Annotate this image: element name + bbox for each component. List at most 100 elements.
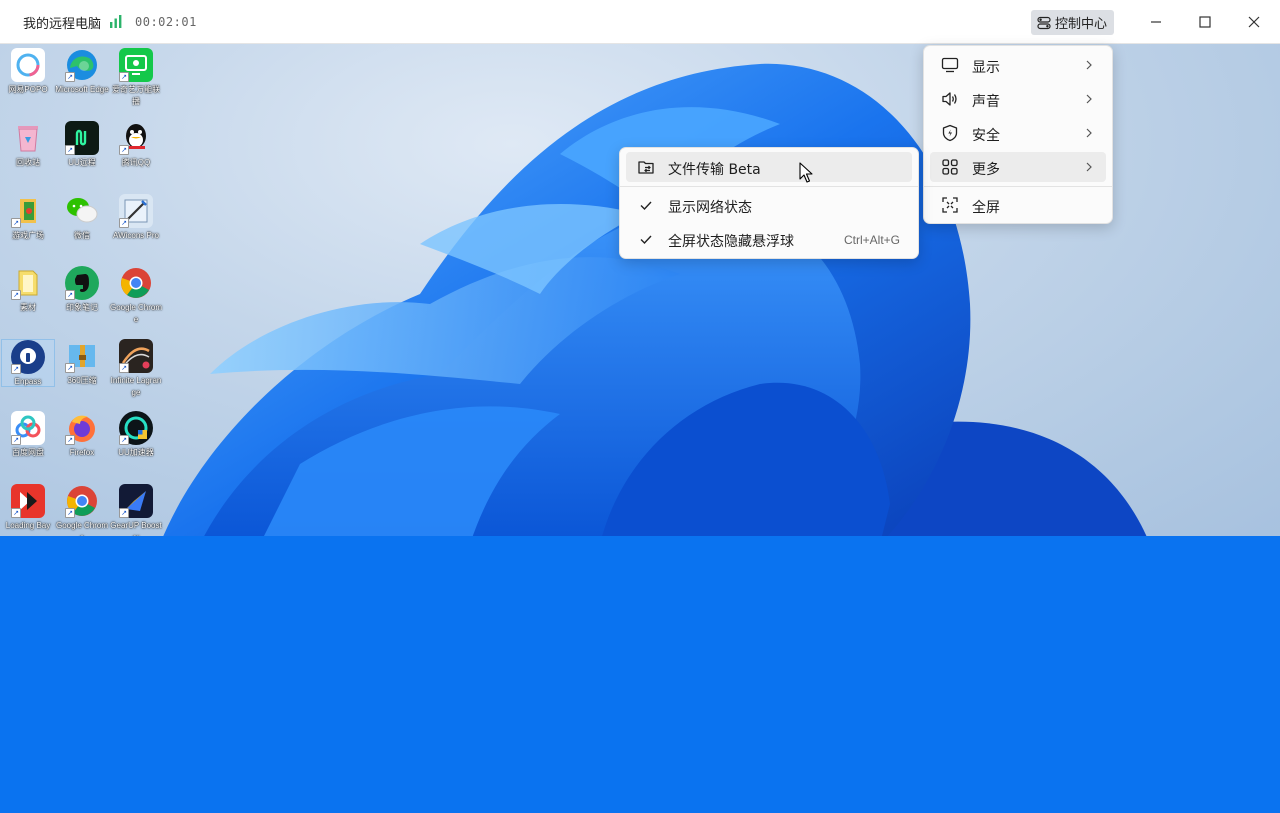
desktop-icon-label: 回收站 — [1, 157, 55, 169]
desktop-icon-label: Infinite Lagrange — [109, 375, 163, 399]
close-icon — [1248, 16, 1260, 28]
uu-remote-icon: ↗ — [65, 121, 99, 155]
keyboard-shortcut: Ctrl+Alt+G — [844, 233, 900, 247]
desktop-icon-label: 360压缩 — [55, 375, 109, 387]
menu-item-label: 显示 — [972, 57, 1000, 77]
lagrange-icon: ↗ — [119, 339, 153, 373]
menu-item-fullscreen[interactable]: 全屏 — [930, 190, 1106, 220]
desktop-icon-iqiyi[interactable]: ↗ 爱奇艺万能联播 — [109, 48, 163, 108]
qq-icon: ↗ — [119, 121, 153, 155]
signal-strength-icon — [110, 15, 122, 28]
desktop-icon-label: AWicons Pro — [109, 230, 163, 242]
desktop-icon-qq[interactable]: ↗ 腾讯QQ — [109, 121, 163, 169]
desktop-icon-label: 网易POPO — [1, 84, 55, 96]
desktop-icon-edge[interactable]: ↗ Microsoft Edge — [55, 48, 109, 96]
menu-item-more[interactable]: 更多 — [930, 152, 1106, 182]
desktop-icon-wechat[interactable]: 微信 — [55, 194, 109, 242]
desktop-icon-loading-bay[interactable]: ↗ Loading Bay — [1, 484, 55, 532]
menu-item-file-transfer[interactable]: 文件传输 Beta — [626, 152, 912, 182]
desktop-icon-game-plaza[interactable]: ↗ 游戏广场 — [1, 194, 55, 242]
control-center-label: 控制中心 — [1055, 13, 1107, 32]
enpass-icon: ↗ — [11, 340, 45, 374]
chevron-right-icon — [1084, 126, 1094, 140]
wechat-icon — [65, 194, 99, 228]
awicons-icon: ↗ — [119, 194, 153, 228]
control-center-menu: 显示 声音 安全 更多 全屏 — [923, 45, 1113, 224]
baidu-netdisk-icon: ↗ — [11, 411, 45, 445]
desktop-icon-label: 游戏广场 — [1, 230, 55, 242]
menu-item-security[interactable]: 安全 — [930, 118, 1106, 148]
window-title: 我的远程电脑 — [23, 13, 101, 32]
menu-item-display[interactable]: 显示 — [930, 50, 1106, 80]
chrome-icon — [119, 266, 153, 300]
desktop-icon-label: Google Chrome — [109, 302, 163, 326]
chevron-right-icon — [1084, 58, 1094, 72]
desktop-icon-label: UU加速器 — [109, 447, 163, 459]
zip-icon: ↗ — [65, 339, 99, 373]
desktop-icon-uu-remote[interactable]: ↗ UU远程 — [55, 121, 109, 169]
gearup-icon: ↗ — [119, 484, 153, 518]
desktop-icon-popo[interactable]: 网易POPO — [1, 48, 55, 96]
menu-item-sound[interactable]: 声音 — [930, 84, 1106, 114]
monitor-icon — [941, 56, 959, 74]
close-button[interactable] — [1239, 8, 1269, 36]
menu-item-show-network[interactable]: 显示网络状态 — [626, 190, 912, 220]
desktop-icon-lagrange[interactable]: ↗ Infinite Lagrange — [109, 339, 163, 399]
desktop-icon-zip[interactable]: ↗ 360压缩 — [55, 339, 109, 387]
edge-icon: ↗ — [65, 48, 99, 82]
menu-item-hide-float-ball[interactable]: 全屏状态隐藏悬浮球 Ctrl+Alt+G — [626, 224, 912, 254]
control-center-button[interactable]: 控制中心 — [1031, 10, 1114, 35]
desktop-icon-label: 腾讯QQ — [109, 157, 163, 169]
iqiyi-icon: ↗ — [119, 48, 153, 82]
desktop-icon-label: 微信 — [55, 230, 109, 242]
checkmark-icon — [637, 230, 655, 248]
menu-item-label: 安全 — [972, 125, 1000, 145]
desktop-icon-firefox[interactable]: ↗ Firefox — [55, 411, 109, 459]
desktop-icon-uu-booster[interactable]: ↗ UU加速器 — [109, 411, 163, 459]
minimize-icon — [1150, 16, 1162, 28]
speaker-icon — [941, 90, 959, 108]
control-center-icon — [1037, 16, 1051, 30]
firefox-icon: ↗ — [65, 411, 99, 445]
title-bar: 我的远程电脑 00:02:01 控制中心 — [0, 0, 1280, 44]
desktop-icon-awicons[interactable]: ↗ AWicons Pro — [109, 194, 163, 242]
chevron-right-icon — [1084, 160, 1094, 174]
menu-item-label: 文件传输 Beta — [668, 159, 761, 179]
desktop-icon-chrome[interactable]: Google Chrome — [109, 266, 163, 326]
menu-item-label: 全屏 — [972, 197, 1000, 217]
desktop-icon-evernote[interactable]: ↗ 印象笔记 — [55, 266, 109, 314]
recycle-bin-icon — [11, 121, 45, 155]
game-plaza-icon: ↗ — [11, 194, 45, 228]
folder-transfer-icon — [637, 158, 655, 176]
chevron-right-icon — [1084, 92, 1094, 106]
desktop-icon-recycle-bin[interactable]: 回收站 — [1, 121, 55, 169]
desktop-icon-folder[interactable]: ↗ 素材 — [1, 266, 55, 314]
desktop-icon-enpass[interactable]: ↗ Enpass — [1, 339, 55, 387]
grid-icon — [941, 158, 959, 176]
fullscreen-icon — [941, 196, 959, 214]
desktop-icon-chrome-2[interactable]: ↗ Google Chrome — [55, 484, 109, 544]
menu-item-label: 更多 — [972, 159, 1000, 179]
menu-item-label: 显示网络状态 — [668, 197, 752, 217]
desktop-icon-label: 素材 — [1, 302, 55, 314]
menu-item-label: 全屏状态隐藏悬浮球 — [668, 231, 794, 251]
desktop-icon-label: Microsoft Edge — [55, 84, 109, 96]
desktop-icon-label: UU远程 — [55, 157, 109, 169]
uu-booster-icon: ↗ — [119, 411, 153, 445]
menu-item-label: 声音 — [972, 91, 1000, 111]
desktop-icon-gearup[interactable]: ↗ GearUP Booster — [109, 484, 163, 544]
mouse-cursor-icon — [799, 162, 815, 184]
maximize-icon — [1199, 16, 1211, 28]
desktop-icon-label: 百度网盘 — [1, 447, 55, 459]
evernote-icon: ↗ — [65, 266, 99, 300]
session-timer: 00:02:01 — [135, 15, 197, 29]
desktop-icon-baidu-netdisk[interactable]: ↗ 百度网盘 — [1, 411, 55, 459]
menu-divider — [924, 186, 1112, 187]
desktop-icon-label: Loading Bay — [1, 520, 55, 532]
desktop-blue-area — [0, 536, 1280, 813]
maximize-button[interactable] — [1190, 8, 1220, 36]
desktop-icon-label: 爱奇艺万能联播 — [109, 84, 163, 108]
chrome-icon: ↗ — [65, 484, 99, 518]
loading-bay-icon: ↗ — [11, 484, 45, 518]
minimize-button[interactable] — [1141, 8, 1171, 36]
